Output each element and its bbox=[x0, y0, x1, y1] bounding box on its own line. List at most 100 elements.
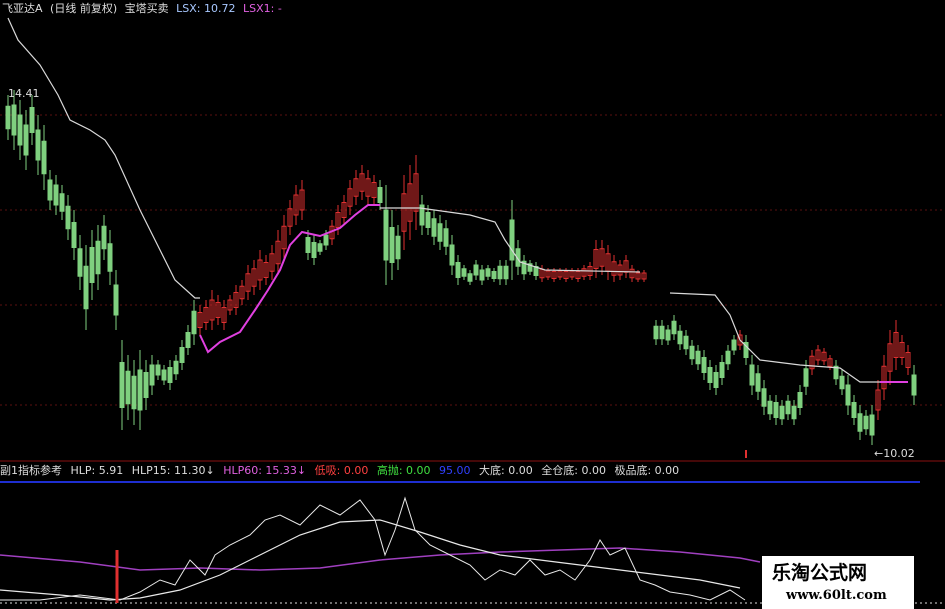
candle-body bbox=[701, 357, 707, 373]
candle-body bbox=[839, 375, 845, 390]
candle-body bbox=[191, 310, 197, 335]
candle-body bbox=[851, 402, 857, 418]
hlp60-value: HLP60: 15.33↓ bbox=[223, 464, 307, 477]
candle-body bbox=[797, 392, 803, 408]
candle-body bbox=[785, 400, 791, 415]
candle-body bbox=[461, 268, 467, 277]
gaopao-value: 高抛: 0.00 bbox=[376, 464, 431, 477]
candle-body bbox=[485, 268, 491, 277]
candle-body bbox=[773, 402, 779, 418]
candlestick-series bbox=[5, 90, 917, 445]
candle-body bbox=[161, 369, 167, 381]
candle-body bbox=[755, 373, 761, 392]
candle-body bbox=[113, 284, 119, 316]
candle-body bbox=[29, 107, 35, 133]
candle-body bbox=[731, 339, 737, 351]
candle-body bbox=[185, 332, 191, 348]
candle-body bbox=[455, 262, 461, 278]
dixi-value: 低吸: 0.00 bbox=[314, 464, 369, 477]
hlp60-line bbox=[0, 547, 761, 571]
candle-body bbox=[389, 227, 395, 263]
indicator-panel-name: 副1指标参考 bbox=[0, 464, 62, 477]
candle-body bbox=[101, 225, 107, 250]
chart-period: (日线 前复权) bbox=[50, 2, 118, 15]
candle-body bbox=[857, 413, 863, 432]
candle-body bbox=[149, 364, 155, 386]
candle-body bbox=[719, 362, 725, 378]
candle-body bbox=[725, 350, 731, 365]
candle-body bbox=[59, 193, 65, 212]
candle-body bbox=[395, 235, 401, 260]
candle-body bbox=[323, 234, 329, 246]
candle-body bbox=[311, 242, 317, 258]
candle-body bbox=[659, 325, 665, 340]
candle-body bbox=[5, 105, 11, 130]
candle-body bbox=[749, 364, 755, 386]
candle-body bbox=[23, 124, 29, 156]
candle-body bbox=[497, 265, 503, 280]
candle-body bbox=[761, 388, 767, 407]
low-price-label: ←10.02 bbox=[874, 447, 915, 460]
chart-canvas[interactable] bbox=[0, 0, 945, 609]
candle-body bbox=[713, 372, 719, 388]
candle-body bbox=[689, 345, 695, 360]
price-gridlines bbox=[0, 114, 945, 604]
candle-body bbox=[83, 265, 89, 310]
watermark-box: 乐淘公式网 www.60lt.com bbox=[762, 556, 914, 609]
candle-body bbox=[491, 271, 497, 279]
dadi-value: 大底: 0.00 bbox=[479, 464, 533, 477]
candle-body bbox=[449, 244, 455, 266]
candle-body bbox=[665, 329, 671, 341]
candle-body bbox=[437, 223, 443, 242]
candle-body bbox=[155, 364, 161, 376]
sub-indicator-panel bbox=[0, 496, 761, 603]
candle-body bbox=[305, 237, 311, 253]
candle-body bbox=[71, 222, 77, 248]
hlp15-value: HLP15: 11.30↓ bbox=[131, 464, 215, 477]
candle-body bbox=[143, 372, 149, 398]
candle-body bbox=[473, 264, 479, 276]
candle-body bbox=[65, 205, 71, 230]
candle-body bbox=[467, 273, 473, 282]
candle-body bbox=[11, 104, 17, 136]
v95-value: 95.00 bbox=[439, 464, 471, 477]
candle-body bbox=[695, 350, 701, 365]
hlp-value: HLP: 5.91 bbox=[70, 464, 124, 477]
candle-body bbox=[845, 384, 851, 406]
candle-body bbox=[53, 184, 59, 206]
candle-body bbox=[479, 269, 485, 281]
candle-body bbox=[377, 187, 383, 203]
candle-body bbox=[683, 335, 689, 350]
indicator-value-bar: 副1指标参考 HLP: 5.91 HLP15: 11.30↓ HLP60: 15… bbox=[0, 464, 684, 477]
candle-body bbox=[77, 248, 83, 277]
lsx-value: LSX: 10.72 bbox=[176, 2, 236, 15]
candle-body bbox=[803, 368, 809, 387]
candle-body bbox=[35, 129, 41, 161]
candle-body bbox=[95, 240, 101, 275]
chart-title-bar: 飞亚达A (日线 前复权) 宝塔买卖 LSX: 10.72 LSX1: - bbox=[2, 2, 286, 15]
candle-body bbox=[125, 370, 131, 405]
candle-body bbox=[425, 212, 431, 228]
indicator-name: 宝塔买卖 bbox=[124, 2, 169, 15]
candle-body bbox=[779, 405, 785, 420]
candle-body bbox=[443, 228, 449, 247]
candle-body bbox=[503, 265, 509, 280]
candle-body bbox=[119, 362, 125, 408]
candle-body bbox=[911, 374, 917, 396]
jipindi-value: 极品底: 0.00 bbox=[614, 464, 680, 477]
candle-body bbox=[89, 247, 95, 283]
candle-body bbox=[431, 218, 437, 237]
candle-body bbox=[107, 243, 113, 272]
candle-body bbox=[869, 414, 875, 436]
candle-body bbox=[767, 400, 773, 415]
watermark-url: www.60lt.com bbox=[786, 588, 887, 603]
watermark-name: 乐淘公式网 bbox=[772, 562, 868, 584]
candle-body bbox=[863, 415, 869, 430]
candle-body bbox=[317, 243, 323, 252]
candle-body bbox=[677, 330, 683, 345]
candle-body bbox=[167, 367, 173, 383]
indicator-lines bbox=[7, 17, 908, 458]
quancangdi-value: 全仓底: 0.00 bbox=[541, 464, 606, 477]
candle-body bbox=[173, 360, 179, 375]
high-price-label: 14.41 bbox=[8, 87, 40, 100]
